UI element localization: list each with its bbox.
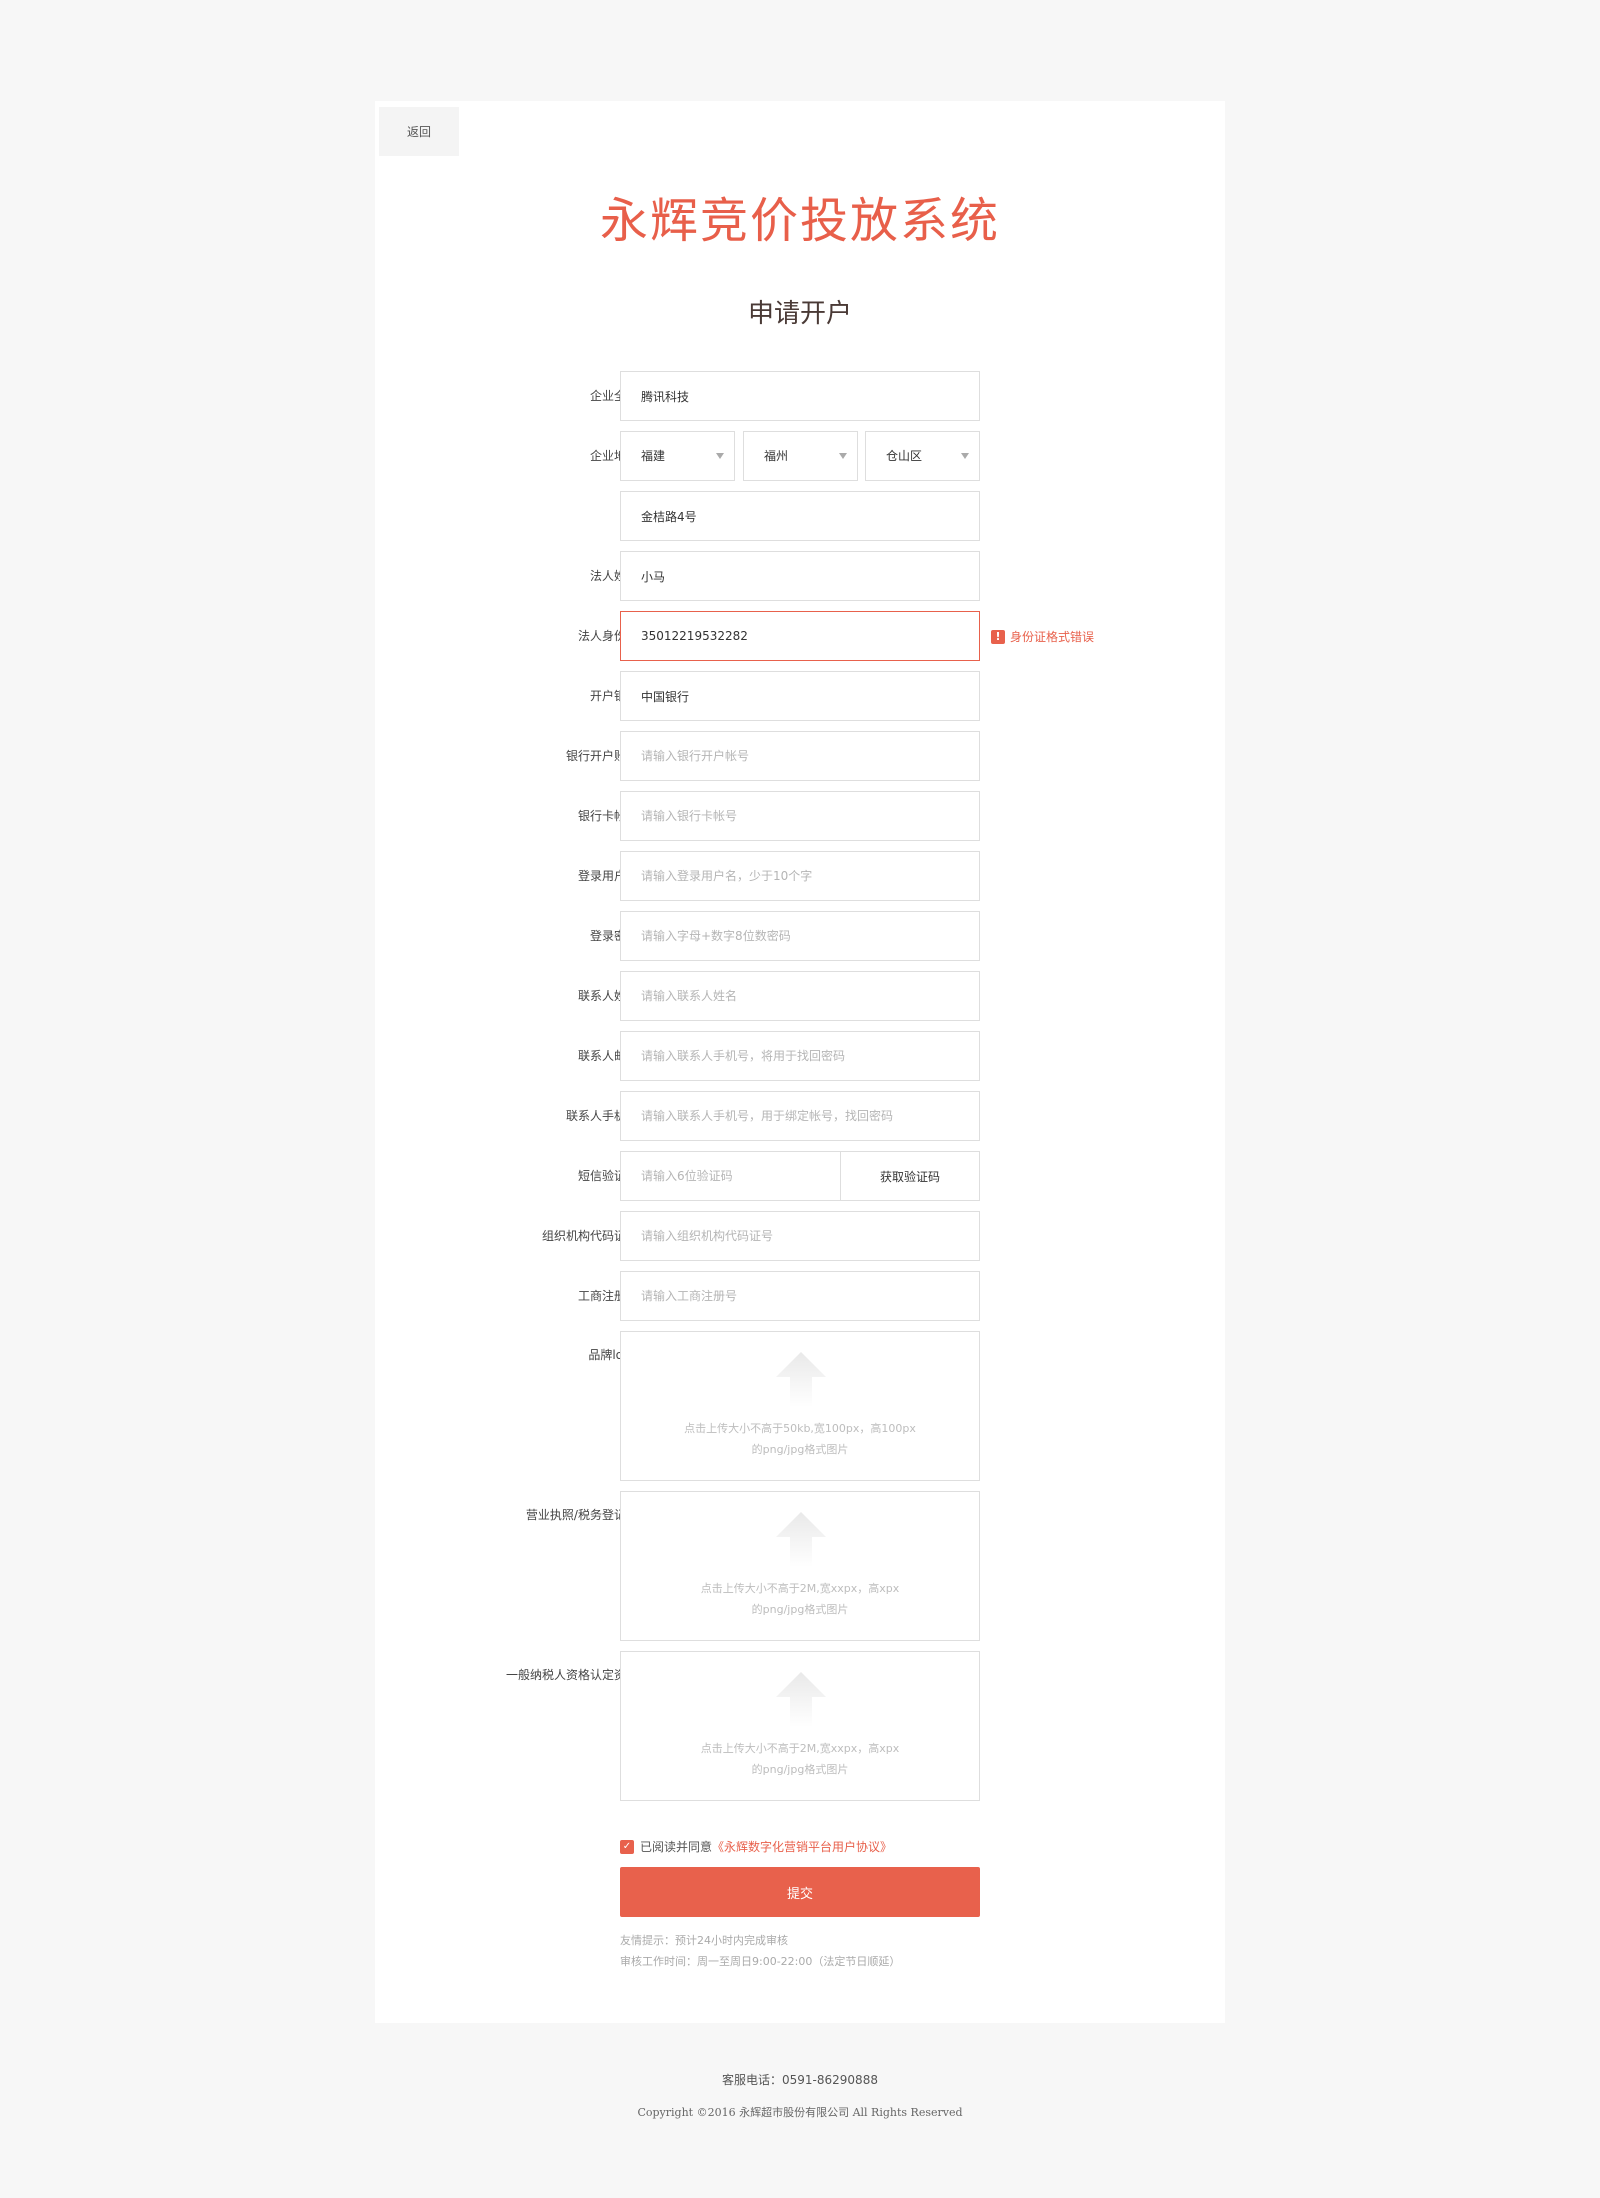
license-upload-hint-line1: 点击上传大小不高于2M,宽xxpx，高xpx [700, 1582, 900, 1595]
row-logo-upload: 品牌logo: 点击上传大小不高于50kb,宽100px，高100px 的png… [375, 1331, 1225, 1481]
bank-account-field[interactable] [620, 731, 980, 781]
contact-name-input[interactable] [621, 972, 979, 1020]
province-select[interactable]: 福建 [620, 431, 735, 481]
row-org-code: 组织机构代码证号: [375, 1211, 1225, 1261]
org-code-input[interactable] [621, 1212, 979, 1260]
row-taxpayer-upload: 一般纳税人资格认定资料: 点击上传大小不高于2M,宽xxpx，高xpx 的png… [375, 1651, 1225, 1801]
agreement-prefix: 已阅读并同意 [640, 1840, 713, 1854]
upload-arrow-icon [776, 1672, 826, 1727]
company-name-input[interactable] [621, 372, 979, 420]
warning-icon: ! [991, 629, 1005, 644]
row-address: 企业地址: 福建 福州 仓山区 [375, 431, 1225, 481]
company-name-field[interactable] [620, 371, 980, 421]
row-street [375, 491, 1225, 541]
username-input[interactable] [621, 852, 979, 900]
license-upload-hint: 点击上传大小不高于2M,宽xxpx，高xpx 的png/jpg格式图片 [621, 1578, 979, 1620]
agreement-checkbox[interactable]: ✓ [620, 1839, 634, 1854]
footer-phone: 客服电话：0591-86290888 [722, 2073, 878, 2087]
submit-button[interactable]: 提交 [620, 1867, 980, 1917]
chevron-down-icon [839, 453, 847, 459]
chevron-down-icon [961, 453, 969, 459]
upload-arrow-icon [776, 1512, 826, 1567]
legal-name-field[interactable] [620, 551, 980, 601]
biz-reg-input[interactable] [621, 1272, 979, 1320]
contact-phone-field[interactable] [620, 1091, 980, 1141]
row-password: 登录密码: [375, 911, 1225, 961]
username-field[interactable] [620, 851, 980, 901]
sms-code-field[interactable] [620, 1151, 841, 1201]
taxpayer-upload-hint-line2: 的png/jpg格式图片 [751, 1763, 849, 1776]
contact-email-input[interactable] [621, 1032, 979, 1080]
province-value: 福建 [641, 449, 666, 463]
row-bank-card: 银行卡帐号: [375, 791, 1225, 841]
row-company-name: 企业全称: [375, 371, 1225, 421]
password-field[interactable] [620, 911, 980, 961]
street-input[interactable] [621, 492, 979, 540]
row-biz-reg: 工商注册号: [375, 1271, 1225, 1321]
logo-upload-hint-line2: 的png/jpg格式图片 [751, 1443, 849, 1456]
tips-line2: 审核工作时间：周一至周日9:00-22:00（法定节日顺延） [620, 1955, 901, 1968]
brand-logo: 永辉竞价投放系统 [599, 193, 1000, 249]
taxpayer-upload-hint: 点击上传大小不高于2M,宽xxpx，高xpx 的png/jpg格式图片 [621, 1738, 979, 1780]
sms-code-input[interactable] [621, 1152, 840, 1200]
tips: 友情提示：预计24小时内完成审核 审核工作时间：周一至周日9:00-22:00（… [620, 1930, 900, 1972]
legal-name-input[interactable] [621, 552, 979, 600]
license-upload-area[interactable]: 点击上传大小不高于2M,宽xxpx，高xpx 的png/jpg格式图片 [620, 1491, 980, 1641]
row-username: 登录用户名: [375, 851, 1225, 901]
bank-field[interactable] [620, 671, 980, 721]
get-sms-code-button[interactable]: 获取验证码 [840, 1151, 980, 1201]
chevron-down-icon [716, 453, 724, 459]
logo-upload-hint-line1: 点击上传大小不高于50kb,宽100px，高100px [684, 1422, 916, 1435]
footer-copyright: Copyright ©2016 永辉超市股份有限公司 All Rights Re… [637, 2106, 963, 2119]
row-legal-name: 法人姓名: [375, 551, 1225, 601]
row-legal-id: 法人身份证: ! 身份证格式错误 [375, 611, 1225, 661]
bank-account-input[interactable] [621, 732, 979, 780]
logo-upload-hint: 点击上传大小不高于50kb,宽100px，高100px 的png/jpg格式图片 [621, 1418, 979, 1460]
password-input[interactable] [621, 912, 979, 960]
legal-id-error-text: 身份证格式错误 [1010, 630, 1095, 644]
logo-upload-area[interactable]: 点击上传大小不高于50kb,宽100px，高100px 的png/jpg格式图片 [620, 1331, 980, 1481]
bank-card-field[interactable] [620, 791, 980, 841]
page-title: 申请开户 [747, 299, 852, 329]
row-contact-email: 联系人邮箱: [375, 1031, 1225, 1081]
bank-input[interactable] [621, 672, 979, 720]
row-contact-phone: 联系人手机号: [375, 1091, 1225, 1141]
street-field[interactable] [620, 491, 980, 541]
contact-name-field[interactable] [620, 971, 980, 1021]
district-select[interactable]: 仓山区 [865, 431, 980, 481]
taxpayer-upload-hint-line1: 点击上传大小不高于2M,宽xxpx，高xpx [700, 1742, 900, 1755]
taxpayer-upload-area[interactable]: 点击上传大小不高于2M,宽xxpx，高xpx 的png/jpg格式图片 [620, 1651, 980, 1801]
row-bank: 开户银行: [375, 671, 1225, 721]
contact-phone-input[interactable] [621, 1092, 979, 1140]
row-bank-account: 银行开户账号: [375, 731, 1225, 781]
contact-email-field[interactable] [620, 1031, 980, 1081]
registration-card: 返回 永辉竞价投放系统 申请开户 企业全称: 企业地址: 福建 福州 仓山区 [375, 101, 1225, 2023]
legal-id-error: ! 身份证格式错误 [991, 628, 1094, 645]
org-code-field[interactable] [620, 1211, 980, 1261]
license-upload-hint-line2: 的png/jpg格式图片 [751, 1603, 849, 1616]
row-license-upload: 营业执照/税务登记证: 点击上传大小不高于2M,宽xxpx，高xpx 的png/… [375, 1491, 1225, 1641]
city-value: 福州 [764, 449, 789, 463]
row-contact-name: 联系人姓名: [375, 971, 1225, 1021]
agreement-link[interactable]: 《永辉数字化营销平台用户协议》 [712, 1838, 892, 1855]
legal-id-input[interactable] [621, 612, 979, 660]
tips-line1: 友情提示：预计24小时内完成审核 [620, 1934, 788, 1947]
agreement-row: ✓ 已阅读并同意 《永辉数字化营销平台用户协议》 [620, 1838, 892, 1855]
district-value: 仓山区 [886, 449, 923, 463]
biz-reg-field[interactable] [620, 1271, 980, 1321]
bank-card-input[interactable] [621, 792, 979, 840]
upload-arrow-icon [776, 1352, 826, 1407]
back-button[interactable]: 返回 [379, 107, 459, 156]
row-sms-code: 短信验证码: 获取验证码 [375, 1151, 1225, 1201]
city-select[interactable]: 福州 [743, 431, 858, 481]
legal-id-field[interactable] [620, 611, 980, 661]
